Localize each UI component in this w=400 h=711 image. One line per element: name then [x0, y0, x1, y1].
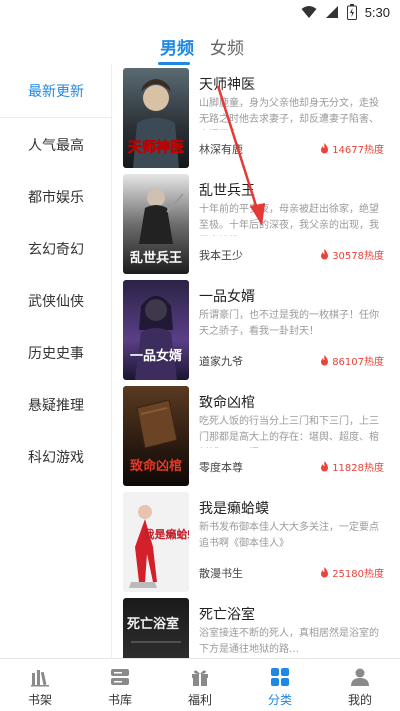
- fire-icon: [321, 355, 329, 366]
- book-heat: 14677热度: [320, 141, 384, 156]
- status-time: 5:30: [364, 4, 390, 20]
- book-item[interactable]: 我是癞蛤蟆 我是癞蛤蟆 新书发布御本佳人大大多关注，一定要点追书啊《御本佳人》 …: [112, 490, 400, 596]
- bottom-nav: 书架 书库 福利 分类 我的: [0, 658, 400, 711]
- book-item[interactable]: 一品女婿 一品女婿 所谓豪门，也不过是我的一枚棋子！任你天之骄子，看我一卦封天！…: [112, 278, 400, 384]
- sidebar-item-fantasy[interactable]: 玄幻奇幻: [0, 222, 112, 276]
- battery-icon: [346, 4, 357, 20]
- fire-icon: [321, 143, 329, 154]
- category-icon: [271, 668, 289, 686]
- svg-text:一品女婿: 一品女婿: [130, 348, 183, 364]
- book-description: 新书发布御本佳人大大多关注，一定要点追书啊《御本佳人》: [199, 522, 379, 549]
- nav-label: 我的: [347, 693, 372, 707]
- book-description: 浴室接连不断的死人，真相居然是浴室的下方是通往地狱的路…: [199, 628, 379, 655]
- status-bar: 5:30: [0, 0, 400, 26]
- sidebar-item-wuxia[interactable]: 武侠仙侠: [0, 274, 112, 328]
- book-title[interactable]: 我是癞蛤蟆: [199, 498, 269, 518]
- library-icon: [111, 669, 129, 685]
- nav-label: 书架: [27, 693, 52, 707]
- sidebar-item-mystery[interactable]: 悬疑推理: [0, 378, 112, 432]
- gender-tabs: 男频 女频: [0, 30, 400, 65]
- nav-label: 分类: [267, 693, 292, 707]
- book-heat: 86107热度: [320, 353, 384, 368]
- book-cover[interactable]: 我是癞蛤蟆: [123, 492, 189, 592]
- book-heat: 25180热度: [320, 565, 384, 580]
- book-cover[interactable]: 天师神医: [123, 68, 189, 168]
- bookshelf-icon: [31, 670, 49, 687]
- book-author: 散漫书生: [199, 567, 243, 580]
- fire-icon: [321, 567, 329, 578]
- nav-label: 书库: [107, 693, 132, 707]
- svg-text:我是癞蛤蟆: 我是癞蛤蟆: [144, 527, 190, 541]
- book-list: 天师神医 天师神医 山脚鹿童，身为父亲他却身无分文，走投无路之时他去求妻子，却反…: [112, 64, 400, 658]
- category-sidebar: 最新更新 人气最高 都市娱乐 玄幻奇幻 武侠仙侠 历史史事 悬疑推理 科幻游戏: [0, 64, 112, 658]
- book-item[interactable]: 天师神医 天师神医 山脚鹿童，身为父亲他却身无分文，走投无路之时他去求妻子，却反…: [112, 66, 400, 172]
- status-icons: 5:30: [301, 4, 390, 20]
- book-title[interactable]: 天师神医: [199, 74, 255, 94]
- book-author: 林深有鹿: [199, 143, 243, 156]
- gift-icon: [192, 670, 208, 686]
- nav-welfare[interactable]: 福利: [160, 659, 240, 711]
- nav-bookshelf[interactable]: 书架: [0, 659, 80, 711]
- book-author: 我本王少: [199, 249, 243, 262]
- book-heat: 30578热度: [320, 247, 384, 262]
- svg-text:乱世兵王: 乱世兵王: [130, 250, 182, 266]
- tab-female[interactable]: 女频: [210, 34, 244, 59]
- profile-icon: [351, 668, 369, 686]
- book-title[interactable]: 一品女婿: [199, 286, 255, 306]
- book-description: 山脚鹿童，身为父亲他却身无分文，走投无路之时他去求妻子，却反遭妻子陷害、夺门而出…: [199, 98, 379, 125]
- book-cover[interactable]: 乱世兵王: [123, 174, 189, 274]
- sidebar-item-popular[interactable]: 人气最高: [0, 118, 112, 172]
- nav-profile[interactable]: 我的: [320, 659, 400, 711]
- svg-text:天师神医: 天师神医: [128, 139, 184, 156]
- book-item[interactable]: 乱世兵王 乱世兵王 十年前的平安夜，母亲被赶出徐家，绝望至极。十年后的深夜，我父…: [112, 172, 400, 278]
- sidebar-item-history[interactable]: 历史史事: [0, 326, 112, 380]
- nav-category[interactable]: 分类: [240, 659, 320, 711]
- book-item[interactable]: 致命凶棺 致命凶棺 吃死人饭的行当分上三门和下三门，上三门那都是高大上的存在：堪…: [112, 384, 400, 490]
- book-title[interactable]: 致命凶棺: [199, 392, 255, 412]
- fire-icon: [321, 461, 329, 472]
- book-description: 十年前的平安夜，母亲被赶出徐家，绝望至极。十年后的深夜，我父亲的出现，我再次被推…: [199, 204, 379, 231]
- sidebar-item-scifi[interactable]: 科幻游戏: [0, 430, 112, 484]
- tab-male[interactable]: 男频: [160, 34, 194, 59]
- book-title[interactable]: 死亡浴室: [199, 604, 255, 624]
- fire-icon: [321, 249, 329, 260]
- sidebar-item-latest[interactable]: 最新更新: [0, 64, 112, 118]
- book-title[interactable]: 乱世兵王: [199, 180, 255, 200]
- book-author: 零度本尊: [199, 461, 243, 474]
- wifi-icon: [301, 6, 317, 18]
- book-heat: 11828热度: [320, 459, 384, 474]
- book-cover[interactable]: 一品女婿: [123, 280, 189, 380]
- book-author: 道家九爷: [199, 355, 243, 368]
- sidebar-item-urban[interactable]: 都市娱乐: [0, 170, 112, 224]
- signal-icon: [325, 6, 338, 18]
- nav-library[interactable]: 书库: [80, 659, 160, 711]
- nav-label: 福利: [187, 693, 212, 707]
- book-cover[interactable]: 致命凶棺: [123, 386, 189, 486]
- book-cover[interactable]: 死亡浴室: [123, 598, 189, 658]
- svg-text:死亡浴室: 死亡浴室: [127, 616, 179, 632]
- book-item[interactable]: 死亡浴室 死亡浴室 浴室接连不断的死人，真相居然是浴室的下方是通往地狱的路…: [112, 596, 400, 658]
- book-description: 吃死人饭的行当分上三门和下三门，上三门那都是高大上的存在：堪舆、超度、棺材铺。下…: [199, 416, 379, 443]
- svg-text:致命凶棺: 致命凶棺: [130, 458, 182, 474]
- book-description: 所谓豪门，也不过是我的一枚棋子！任你天之骄子，看我一卦封天！: [199, 310, 379, 337]
